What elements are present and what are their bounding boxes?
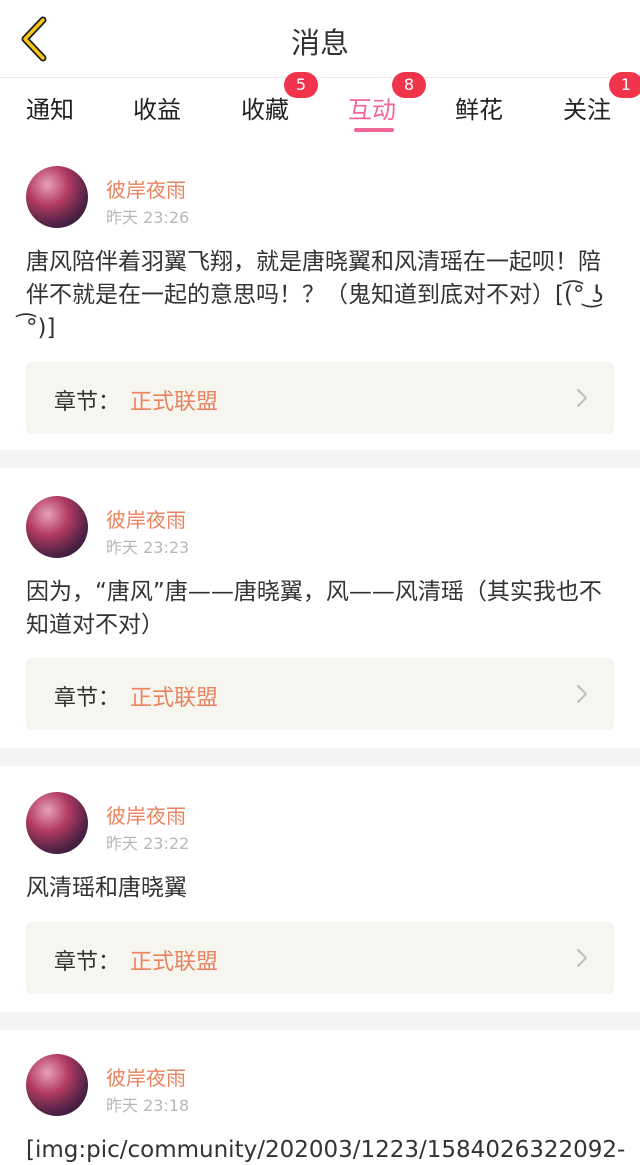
tab-favorites[interactable]: 收藏 5 (241, 72, 318, 138)
divider (0, 1012, 640, 1030)
divider (0, 748, 640, 766)
tab-label: 收益 (133, 96, 181, 124)
tab-flowers[interactable]: 鲜花 (455, 78, 509, 138)
unread-badge: 8 (392, 72, 426, 98)
avatar[interactable] (26, 792, 88, 854)
tab-label: 互动 (348, 96, 396, 124)
message-item: 彼岸夜雨 昨天 23:18 [img:pic/community/202003/… (0, 1030, 640, 1165)
timestamp: 昨天 23:23 (106, 538, 190, 557)
unread-badge: 5 (284, 72, 318, 98)
message-item: 彼岸夜雨 昨天 23:22 风清瑶和唐晓翼 章节： 正式联盟 (0, 766, 640, 1012)
timestamp: 昨天 23:26 (106, 208, 190, 227)
timestamp: 昨天 23:22 (106, 834, 190, 853)
chevron-right-icon (576, 684, 588, 704)
author-name[interactable]: 彼岸夜雨 (106, 504, 186, 533)
chapter-link[interactable]: 章节： 正式联盟 (26, 362, 614, 434)
chapter-link[interactable]: 章节： 正式联盟 (26, 658, 614, 730)
tab-label: 鲜花 (455, 96, 503, 124)
chapter-name: 正式联盟 (130, 686, 219, 711)
chapter-name: 正式联盟 (130, 390, 219, 415)
message-content: 风清瑶和唐晓翼 (26, 875, 187, 901)
tab-label: 关注 (563, 96, 611, 124)
avatar[interactable] (26, 496, 88, 558)
active-tab-indicator (354, 128, 394, 132)
message-content: 唐风陪伴着羽翼飞翔，就是唐晓翼和风清瑶在一起呗！陪伴不就是在一起的意思吗！？（鬼… (26, 249, 604, 341)
chapter-prefix: 章节： (54, 686, 121, 711)
tab-following[interactable]: 关注 1 (563, 72, 640, 138)
divider (0, 450, 640, 468)
avatar[interactable] (26, 166, 88, 228)
timestamp: 昨天 23:18 (106, 1096, 190, 1115)
chapter-prefix: 章节： (54, 950, 121, 975)
chapter-name: 正式联盟 (130, 950, 219, 975)
top-bar: 消息 (0, 0, 640, 78)
unread-badge: 1 (609, 72, 640, 98)
message-item: 彼岸夜雨 昨天 23:23 因为，“唐风”唐——唐晓翼，风——风清瑶（其实我也不… (0, 468, 640, 748)
author-name[interactable]: 彼岸夜雨 (106, 1062, 186, 1091)
chapter-link[interactable]: 章节： 正式联盟 (26, 922, 614, 994)
tab-interactions[interactable]: 互动 8 (348, 72, 426, 138)
chevron-right-icon (576, 948, 588, 968)
author-name[interactable]: 彼岸夜雨 (106, 800, 186, 829)
author-name[interactable]: 彼岸夜雨 (106, 174, 186, 203)
message-content: 因为，“唐风”唐——唐晓翼，风——风清瑶（其实我也不知道对不对） (26, 579, 602, 638)
chapter-prefix: 章节： (54, 390, 121, 415)
page-title: 消息 (290, 26, 349, 60)
message-content: [img:pic/community/202003/1223/158402632… (26, 1137, 626, 1163)
tab-notice[interactable]: 通知 (26, 78, 80, 138)
avatar[interactable] (26, 1054, 88, 1116)
tab-label: 收藏 (241, 96, 289, 124)
tab-label: 通知 (26, 96, 74, 124)
message-tabs: 通知 收益 收藏 5 互动 8 鲜花 关注 1 (0, 72, 640, 138)
tab-earnings[interactable]: 收益 (133, 78, 187, 138)
message-item: 彼岸夜雨 昨天 23:26 唐风陪伴着羽翼飞翔，就是唐晓翼和风清瑶在一起呗！陪伴… (0, 138, 640, 450)
chevron-right-icon (576, 388, 588, 408)
